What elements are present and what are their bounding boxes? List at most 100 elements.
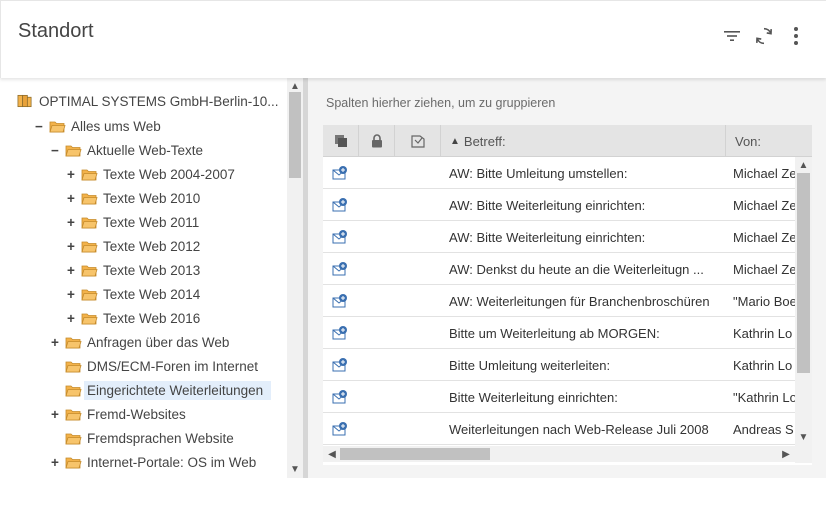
table-row[interactable]: AW: Bitte Weiterleitung einrichten: Mich… — [323, 189, 795, 221]
from-cell: Michael Ze — [733, 229, 795, 245]
tree-item-label: Eingerichtete Weiterleitungen — [84, 380, 271, 400]
tree-item-label: Internet-Portale: OS im Web — [87, 454, 257, 470]
folder-open-icon — [65, 361, 82, 372]
email-icon — [332, 358, 347, 372]
scroll-down-icon[interactable]: ▼ — [287, 462, 303, 476]
table-row[interactable]: Weiterleitungen nach Web-Release Juli 20… — [323, 413, 795, 445]
table-row[interactable]: AW: Bitte Umleitung umstellen: Michael Z… — [323, 157, 795, 189]
document-list-pane: Spalten hierher ziehen, um zu gruppieren — [308, 78, 826, 478]
scroll-right-icon[interactable]: ▶ — [778, 446, 794, 462]
tree-scroll-thumb[interactable] — [289, 92, 301, 178]
expand-icon[interactable]: + — [65, 167, 77, 182]
email-icon — [332, 326, 347, 340]
refresh-icon[interactable] — [753, 25, 775, 47]
column-lock[interactable] — [359, 125, 395, 157]
column-subject[interactable]: ▲ Betreff: — [441, 125, 726, 157]
folder-open-icon — [81, 313, 98, 324]
tree-item-texte-web-2010[interactable]: + Texte Web 2010 — [65, 187, 203, 209]
grid-vscroll-thumb[interactable] — [797, 173, 810, 373]
tree-item-texte-web-2016[interactable]: + Texte Web 2016 — [65, 307, 203, 329]
email-icon — [332, 230, 347, 244]
tree-item-label: Texte Web 2012 — [103, 238, 201, 254]
group-drop-zone[interactable]: Spalten hierher ziehen, um zu gruppieren — [326, 96, 555, 110]
column-subject-label: Betreff: — [463, 133, 506, 149]
tree-item-fremdsprachen-website[interactable]: Fremdsprachen Website — [49, 427, 237, 449]
tree-item-texte-web-2004-2007[interactable]: + Texte Web 2004-2007 — [65, 163, 238, 185]
email-icon — [332, 422, 347, 436]
tree-item-texte-web-2013[interactable]: + Texte Web 2013 — [65, 259, 203, 281]
scroll-up-icon[interactable]: ▲ — [287, 79, 303, 93]
expand-icon[interactable]: + — [49, 455, 61, 470]
collapse-icon[interactable]: − — [49, 143, 61, 158]
tree-root[interactable]: OPTIMAL SYSTEMS GmbH-Berlin-10... — [17, 90, 282, 112]
tree-item-label: Fremdsprachen Website — [87, 430, 234, 446]
expand-icon[interactable]: + — [65, 263, 77, 278]
expand-icon[interactable]: + — [65, 239, 77, 254]
tree-item-eingerichtete-weiterleitungen[interactable]: Eingerichtete Weiterleitungen — [49, 379, 271, 401]
folder-open-icon — [49, 121, 66, 132]
folder-open-icon — [81, 193, 98, 204]
subject-cell: Bitte um Weiterleitung ab MORGEN: — [449, 325, 660, 341]
table-row[interactable]: Bitte Umleitung weiterleiten: Kathrin Lo — [323, 349, 795, 381]
tree-item-label: Aktuelle Web-Texte — [87, 142, 204, 158]
expand-icon[interactable]: + — [65, 311, 77, 326]
document-grid: ▲ Betreff: Von: AW: Bitte Umleitung umst… — [323, 125, 812, 465]
filter-icon[interactable] — [721, 25, 743, 47]
tree-item-fremd-websites[interactable]: + Fremd-Websites — [49, 403, 189, 425]
table-row[interactable]: AW: Bitte Weiterleitung einrichten: Mich… — [323, 221, 795, 253]
expand-icon[interactable]: + — [49, 407, 61, 422]
tree-scrollbar[interactable]: ▲ ▼ — [287, 78, 303, 478]
tree-item-label: DMS/ECM-Foren im Internet — [87, 358, 259, 374]
from-cell: Andreas S — [733, 421, 794, 437]
table-row[interactable]: AW: Weiterleitungen für Branchenbroschür… — [323, 285, 795, 317]
scroll-up-icon[interactable]: ▲ — [795, 158, 812, 172]
content-area: OPTIMAL SYSTEMS GmbH-Berlin-10... − Alle… — [0, 78, 826, 478]
scroll-left-icon[interactable]: ◀ — [324, 446, 340, 462]
tree-item-label: Texte Web 2016 — [103, 310, 201, 326]
tree-item-alles-ums-web[interactable]: − Alles ums Web — [33, 115, 164, 137]
folder-open-icon — [81, 265, 98, 276]
folder-open-icon — [81, 217, 98, 228]
tree-item-label: Texte Web 2004-2007 — [103, 166, 235, 182]
app-window: Standort OPTIMAL SYSTEMS GmbH-Berlin-10.… — [0, 0, 826, 525]
grid-vertical-scrollbar[interactable]: ▲ ▼ — [795, 157, 812, 446]
location-tree: OPTIMAL SYSTEMS GmbH-Berlin-10... − Alle… — [0, 78, 303, 478]
collapse-icon[interactable]: − — [33, 119, 45, 134]
tree-item-label: Texte Web 2014 — [103, 286, 201, 302]
tree-item-label: Texte Web 2013 — [103, 262, 201, 278]
column-from[interactable]: Von: — [726, 125, 812, 157]
expand-icon[interactable]: + — [65, 191, 77, 206]
from-cell: "Kathrin Lo — [733, 389, 795, 405]
from-cell: "Mario Boe — [733, 293, 795, 309]
column-annotation[interactable] — [395, 125, 441, 157]
folder-open-icon — [81, 289, 98, 300]
tree-item-texte-web-2012[interactable]: + Texte Web 2012 — [65, 235, 203, 257]
column-type[interactable] — [323, 125, 359, 157]
scroll-down-icon[interactable]: ▼ — [795, 430, 812, 444]
folder-open-icon — [81, 169, 98, 180]
tree-item-texte-web-2014[interactable]: + Texte Web 2014 — [65, 283, 203, 305]
email-icon — [332, 262, 347, 276]
tree-item-dms-ecm-foren[interactable]: DMS/ECM-Foren im Internet — [49, 355, 261, 377]
email-icon — [332, 166, 347, 180]
expand-icon[interactable]: + — [49, 335, 61, 350]
table-row[interactable]: Bitte Weiterleitung einrichten: "Kathrin… — [323, 381, 795, 413]
email-icon — [332, 294, 347, 308]
tree-item-texte-web-2011[interactable]: + Texte Web 2011 — [65, 211, 202, 233]
tree-item-anfragen-ueber-das-web[interactable]: + Anfragen über das Web — [49, 331, 232, 353]
folder-open-icon — [65, 145, 82, 156]
folder-open-icon — [65, 433, 82, 444]
table-row[interactable]: Bitte um Weiterleitung ab MORGEN: Kathri… — [323, 317, 795, 349]
grid-hscroll-thumb[interactable] — [340, 448, 490, 460]
expand-icon[interactable]: + — [65, 215, 77, 230]
tree-item-label: Alles ums Web — [71, 118, 161, 134]
expand-icon[interactable]: + — [65, 287, 77, 302]
subject-cell: AW: Bitte Weiterleitung einrichten: — [449, 197, 646, 213]
tree-item-aktuelle-web-texte[interactable]: − Aktuelle Web-Texte — [49, 139, 206, 161]
grid-horizontal-scrollbar[interactable]: ◀ ▶ — [323, 446, 795, 462]
grid-header: ▲ Betreff: Von: — [323, 125, 812, 157]
table-row[interactable]: AW: Denkst du heute an die Weiterleitugn… — [323, 253, 795, 285]
tree-item-label: Texte Web 2010 — [103, 190, 201, 206]
more-vert-icon[interactable] — [785, 25, 807, 47]
tree-item-internet-portale[interactable]: + Internet-Portale: OS im Web — [49, 451, 259, 473]
